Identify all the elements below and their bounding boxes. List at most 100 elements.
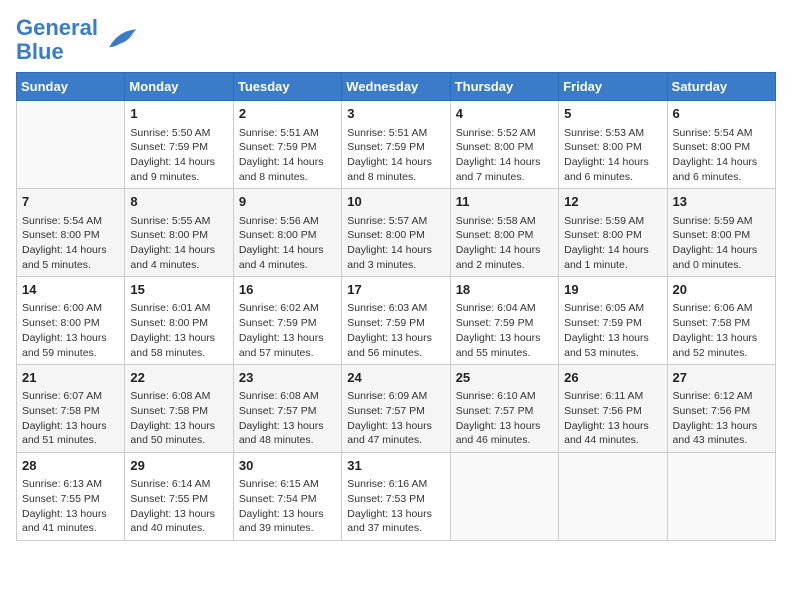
day-number: 28 <box>22 457 119 475</box>
calendar-cell: 9Sunrise: 5:56 AMSunset: 8:00 PMDaylight… <box>233 189 341 277</box>
day-info: Sunrise: 5:54 AMSunset: 8:00 PMDaylight:… <box>673 126 770 185</box>
day-number: 31 <box>347 457 444 475</box>
day-number: 25 <box>456 369 553 387</box>
header-day-sunday: Sunday <box>17 73 125 101</box>
day-number: 8 <box>130 193 227 211</box>
calendar-cell: 12Sunrise: 5:59 AMSunset: 8:00 PMDayligh… <box>559 189 667 277</box>
calendar-cell: 10 Sunrise: 5:57 AMSunset: 8:00 PMDayligh… <box>342 189 450 277</box>
calendar-cell: 29 Sunrise: 6:14 AMSunset: 7:55 PMDayligh… <box>125 453 233 541</box>
day-number: 11 <box>456 193 553 211</box>
page-header: General Blue <box>16 16 776 64</box>
calendar-cell: 22 Sunrise: 6:08 AMSunset: 7:58 PMDayligh… <box>125 365 233 453</box>
calendar-cell: 30Sunrise: 6:15 AMSunset: 7:54 PMDayligh… <box>233 453 341 541</box>
day-info: Sunrise: 6:14 AMSunset: 7:55 PMDaylight:… <box>130 477 227 536</box>
calendar-week-row: 21 Sunrise: 6:07 AMSunset: 7:58 PMDayligh… <box>17 365 776 453</box>
day-number: 5 <box>564 105 661 123</box>
calendar-week-row: 28 Sunrise: 6:13 AMSunset: 7:55 PMDayligh… <box>17 453 776 541</box>
day-info: Sunrise: 6:05 AMSunset: 7:59 PMDaylight:… <box>564 301 661 360</box>
logo-text2: Blue <box>16 40 98 64</box>
calendar-cell: 23 Sunrise: 6:08 AMSunset: 7:57 PMDayligh… <box>233 365 341 453</box>
calendar-cell: 3 Sunrise: 5:51 AMSunset: 7:59 PMDaylight… <box>342 101 450 189</box>
calendar-cell: 25 Sunrise: 6:10 AMSunset: 7:57 PMDayligh… <box>450 365 558 453</box>
day-info: Sunrise: 5:51 AMSunset: 7:59 PMDaylight:… <box>347 126 444 185</box>
calendar-cell <box>667 453 775 541</box>
day-number: 13 <box>673 193 770 211</box>
day-number: 29 <box>130 457 227 475</box>
calendar-cell: 6 Sunrise: 5:54 AMSunset: 8:00 PMDaylight… <box>667 101 775 189</box>
day-number: 4 <box>456 105 553 123</box>
header-day-wednesday: Wednesday <box>342 73 450 101</box>
header-day-thursday: Thursday <box>450 73 558 101</box>
calendar-cell: 8 Sunrise: 5:55 AMSunset: 8:00 PMDaylight… <box>125 189 233 277</box>
day-number: 7 <box>22 193 119 211</box>
day-number: 16 <box>239 281 336 299</box>
calendar-cell: 2Sunrise: 5:51 AMSunset: 7:59 PMDaylight… <box>233 101 341 189</box>
day-number: 14 <box>22 281 119 299</box>
day-number: 23 <box>239 369 336 387</box>
day-info: Sunrise: 5:58 AMSunset: 8:00 PMDaylight:… <box>456 214 553 273</box>
day-number: 6 <box>673 105 770 123</box>
day-info: Sunrise: 5:59 AMSunset: 8:00 PMDaylight:… <box>564 214 661 273</box>
logo-bird-icon <box>102 22 138 58</box>
calendar-cell: 31 Sunrise: 6:16 AMSunset: 7:53 PMDayligh… <box>342 453 450 541</box>
day-info: Sunrise: 5:55 AMSunset: 8:00 PMDaylight:… <box>130 214 227 273</box>
day-info: Sunrise: 6:03 AMSunset: 7:59 PMDaylight:… <box>347 301 444 360</box>
day-info: Sunrise: 6:16 AMSunset: 7:53 PMDaylight:… <box>347 477 444 536</box>
calendar-cell: 13 Sunrise: 5:59 AMSunset: 8:00 PMDayligh… <box>667 189 775 277</box>
day-info: Sunrise: 6:07 AMSunset: 7:58 PMDaylight:… <box>22 389 119 448</box>
day-number: 10 <box>347 193 444 211</box>
calendar-cell: 17Sunrise: 6:03 AMSunset: 7:59 PMDayligh… <box>342 277 450 365</box>
day-info: Sunrise: 6:12 AMSunset: 7:56 PMDaylight:… <box>673 389 770 448</box>
calendar-cell: 24 Sunrise: 6:09 AMSunset: 7:57 PMDayligh… <box>342 365 450 453</box>
calendar-week-row: 14 Sunrise: 6:00 AMSunset: 8:00 PMDayligh… <box>17 277 776 365</box>
calendar-cell <box>17 101 125 189</box>
calendar-cell: 7 Sunrise: 5:54 AMSunset: 8:00 PMDaylight… <box>17 189 125 277</box>
day-number: 1 <box>130 105 227 123</box>
calendar-cell: 28 Sunrise: 6:13 AMSunset: 7:55 PMDayligh… <box>17 453 125 541</box>
calendar-header-row: SundayMondayTuesdayWednesdayThursdayFrid… <box>17 73 776 101</box>
day-info: Sunrise: 5:54 AMSunset: 8:00 PMDaylight:… <box>22 214 119 273</box>
day-number: 19 <box>564 281 661 299</box>
calendar-cell <box>450 453 558 541</box>
header-day-saturday: Saturday <box>667 73 775 101</box>
day-number: 15 <box>130 281 227 299</box>
calendar-cell: 15 Sunrise: 6:01 AMSunset: 8:00 PMDayligh… <box>125 277 233 365</box>
day-number: 26 <box>564 369 661 387</box>
day-info: Sunrise: 6:09 AMSunset: 7:57 PMDaylight:… <box>347 389 444 448</box>
calendar-cell: 21 Sunrise: 6:07 AMSunset: 7:58 PMDayligh… <box>17 365 125 453</box>
day-info: Sunrise: 6:13 AMSunset: 7:55 PMDaylight:… <box>22 477 119 536</box>
header-day-tuesday: Tuesday <box>233 73 341 101</box>
calendar-week-row: 1 Sunrise: 5:50 AMSunset: 7:59 PMDaylight… <box>17 101 776 189</box>
day-info: Sunrise: 5:57 AMSunset: 8:00 PMDaylight:… <box>347 214 444 273</box>
logo-text: General <box>16 16 98 40</box>
day-info: Sunrise: 6:11 AMSunset: 7:56 PMDaylight:… <box>564 389 661 448</box>
calendar-cell: 18Sunrise: 6:04 AMSunset: 7:59 PMDayligh… <box>450 277 558 365</box>
day-number: 24 <box>347 369 444 387</box>
header-day-friday: Friday <box>559 73 667 101</box>
day-info: Sunrise: 6:02 AMSunset: 7:59 PMDaylight:… <box>239 301 336 360</box>
day-info: Sunrise: 6:08 AMSunset: 7:58 PMDaylight:… <box>130 389 227 448</box>
day-info: Sunrise: 6:06 AMSunset: 7:58 PMDaylight:… <box>673 301 770 360</box>
day-info: Sunrise: 6:01 AMSunset: 8:00 PMDaylight:… <box>130 301 227 360</box>
day-info: Sunrise: 6:00 AMSunset: 8:00 PMDaylight:… <box>22 301 119 360</box>
day-number: 9 <box>239 193 336 211</box>
header-day-monday: Monday <box>125 73 233 101</box>
day-info: Sunrise: 5:50 AMSunset: 7:59 PMDaylight:… <box>130 126 227 185</box>
day-number: 2 <box>239 105 336 123</box>
day-info: Sunrise: 6:08 AMSunset: 7:57 PMDaylight:… <box>239 389 336 448</box>
calendar-cell: 20 Sunrise: 6:06 AMSunset: 7:58 PMDayligh… <box>667 277 775 365</box>
calendar-week-row: 7 Sunrise: 5:54 AMSunset: 8:00 PMDaylight… <box>17 189 776 277</box>
day-number: 30 <box>239 457 336 475</box>
day-number: 21 <box>22 369 119 387</box>
day-number: 20 <box>673 281 770 299</box>
day-info: Sunrise: 5:59 AMSunset: 8:00 PMDaylight:… <box>673 214 770 273</box>
day-number: 22 <box>130 369 227 387</box>
calendar-cell: 16 Sunrise: 6:02 AMSunset: 7:59 PMDayligh… <box>233 277 341 365</box>
day-info: Sunrise: 6:10 AMSunset: 7:57 PMDaylight:… <box>456 389 553 448</box>
calendar-cell: 1 Sunrise: 5:50 AMSunset: 7:59 PMDaylight… <box>125 101 233 189</box>
day-number: 18 <box>456 281 553 299</box>
day-info: Sunrise: 5:53 AMSunset: 8:00 PMDaylight:… <box>564 126 661 185</box>
day-number: 3 <box>347 105 444 123</box>
day-number: 27 <box>673 369 770 387</box>
calendar-cell: 26 Sunrise: 6:11 AMSunset: 7:56 PMDayligh… <box>559 365 667 453</box>
